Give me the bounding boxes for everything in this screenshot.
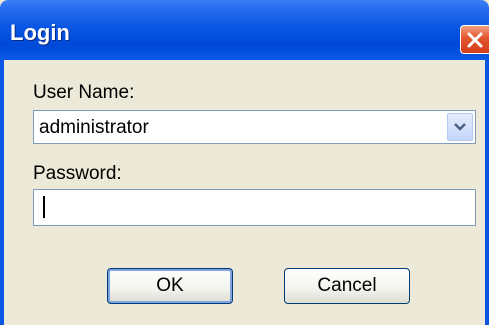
window-title: Login: [10, 20, 70, 45]
username-combobox[interactable]: administrator: [33, 110, 476, 144]
password-label: Password:: [33, 163, 122, 184]
text-caret: [43, 196, 45, 218]
password-field[interactable]: [33, 189, 476, 226]
close-icon: [467, 32, 483, 48]
chevron-down-icon: [454, 123, 466, 131]
close-button[interactable]: [460, 25, 489, 54]
username-label: User Name:: [33, 82, 135, 103]
username-dropdown-button[interactable]: [447, 113, 473, 141]
title-bar[interactable]: Login: [0, 0, 489, 60]
window-frame-left: [0, 60, 4, 325]
window-frame-right: [485, 60, 489, 325]
cancel-button[interactable]: Cancel: [284, 268, 410, 304]
login-dialog: Login User Name: administrator Password:…: [0, 0, 489, 325]
ok-button[interactable]: OK: [107, 268, 233, 304]
username-value: administrator: [39, 117, 149, 138]
